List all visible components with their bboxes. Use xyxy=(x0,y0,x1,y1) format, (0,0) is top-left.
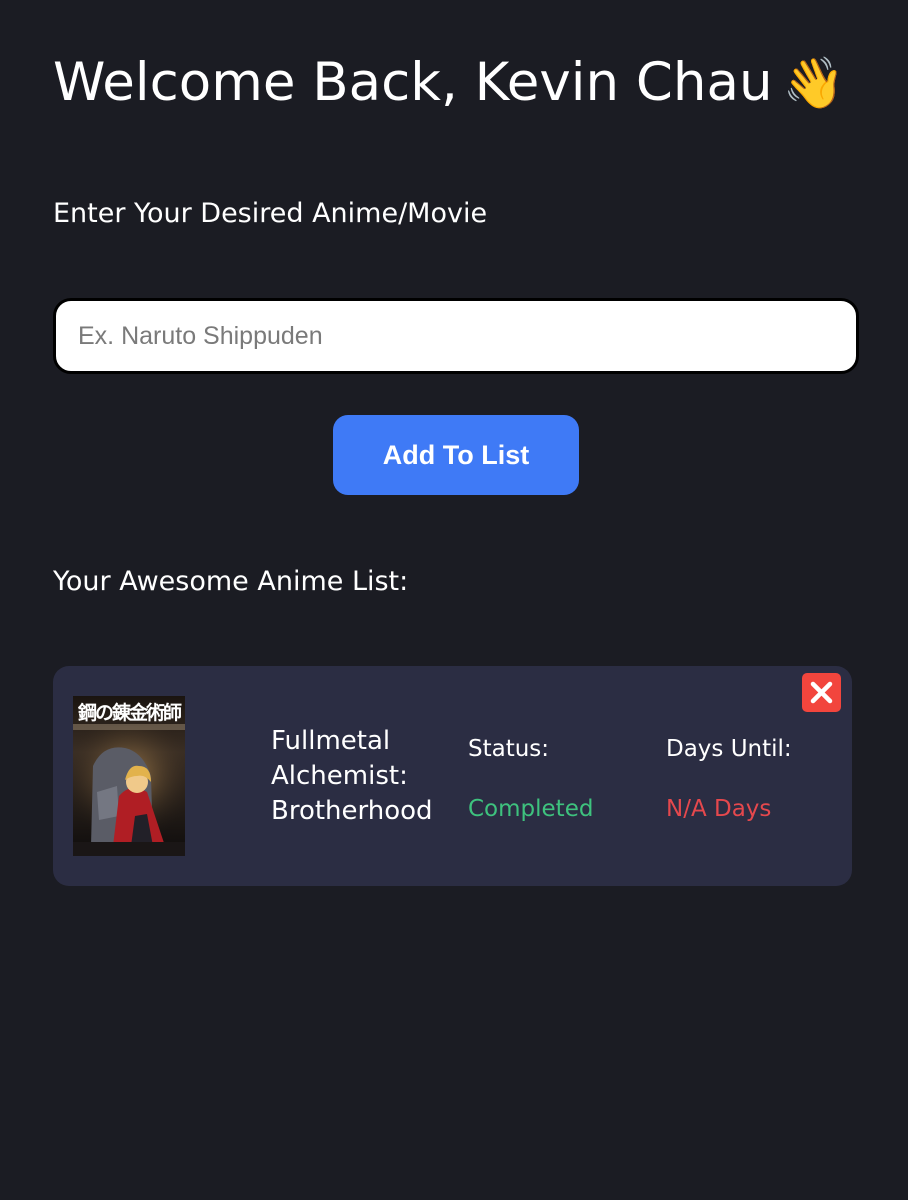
add-to-list-button[interactable]: Add To List xyxy=(333,415,579,495)
page: Welcome Back, Kevin Chau 👋 Enter Your Des… xyxy=(0,0,908,1200)
welcome-heading: Welcome Back, Kevin Chau 👋 xyxy=(53,50,845,116)
welcome-text: Welcome Back, Kevin Chau xyxy=(53,52,773,113)
anime-title: Fullmetal Alchemist: Brotherhood xyxy=(271,726,433,826)
anime-poster-image: 鋼の錬金術師 xyxy=(73,696,185,856)
delete-item-button[interactable] xyxy=(802,673,841,712)
anime-search-input[interactable] xyxy=(53,298,859,374)
status-label: Status: xyxy=(468,736,550,762)
status-value: Completed xyxy=(468,796,594,822)
days-until-value: N/A Days xyxy=(666,796,772,822)
anime-list-heading: Your Awesome Anime List: xyxy=(53,566,409,597)
poster-title-text: 鋼の錬金術師 xyxy=(77,702,182,724)
days-until-label: Days Until: xyxy=(666,736,792,762)
anime-input-label: Enter Your Desired Anime/Movie xyxy=(53,198,488,229)
waving-hand-icon: 👋 xyxy=(782,54,845,112)
close-x-icon xyxy=(810,681,833,704)
anime-list-item: 鋼の錬金術師 Fullmetal Alchemist: Brotherhood … xyxy=(53,666,852,886)
